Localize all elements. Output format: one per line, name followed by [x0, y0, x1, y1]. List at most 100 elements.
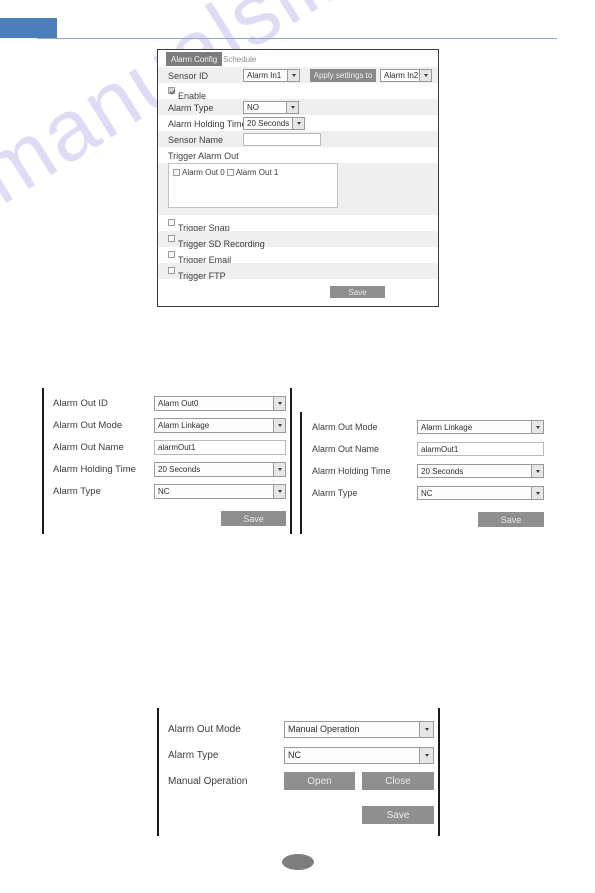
- enable-checkbox-group[interactable]: Enable: [168, 87, 206, 101]
- row-alarm-out-mode: Alarm Out Mode Alarm Linkage: [44, 414, 290, 436]
- chevron-down-icon[interactable]: [531, 487, 543, 499]
- trigger-snap-checkbox[interactable]: [168, 219, 175, 226]
- alarm-type-select[interactable]: NC: [284, 746, 434, 764]
- alarm-out-mode-select[interactable]: Manual Operation: [284, 720, 434, 738]
- trigger-ftp-checkbox[interactable]: [168, 267, 175, 274]
- page-number-badge: [282, 854, 314, 870]
- row-manual-operation: Manual Operation Open Close: [159, 768, 438, 794]
- row-alarm-holding-time: Alarm Holding Time 20 Seconds: [44, 458, 290, 480]
- chevron-down-icon[interactable]: [531, 465, 543, 477]
- alarm-out-left-panel: Alarm Out ID Alarm Out0 Alarm Out Mode A…: [42, 388, 292, 534]
- alarm-out-mode-value: Alarm Linkage: [158, 420, 210, 430]
- trigger-email-group[interactable]: Trigger Email: [168, 251, 231, 265]
- chevron-down-icon[interactable]: [531, 421, 543, 433]
- trigger-email-checkbox[interactable]: [168, 251, 175, 258]
- chevron-down-icon[interactable]: [286, 102, 298, 113]
- alarm-out-name-label: Alarm Out Name: [53, 441, 124, 453]
- chevron-down-icon[interactable]: [273, 396, 285, 410]
- alarm-out-mode-label: Alarm Out Mode: [168, 723, 241, 735]
- alarm-type-label: Alarm Type: [168, 749, 219, 761]
- alarm-type-label: Alarm Type: [312, 488, 358, 498]
- row-sensor-id: Sensor ID Alarm In1 Apply settings to Al…: [158, 67, 438, 83]
- manual-operation-panel: Alarm Out Mode Manual Operation Alarm Ty…: [157, 708, 440, 836]
- alarm-type-select[interactable]: NC: [417, 486, 544, 500]
- alarm-out-mode-label: Alarm Out Mode: [312, 422, 378, 432]
- alarm-out-1-checkbox[interactable]: [226, 169, 234, 176]
- alarm-holding-time-value: 20 Seconds: [421, 466, 464, 476]
- alarm-out-0-checkbox[interactable]: [173, 169, 180, 176]
- header-divider-rule: [37, 38, 557, 39]
- alarm-type-label: Alarm Type: [53, 485, 101, 497]
- alarm-out-name-input[interactable]: alarmOut1: [154, 439, 286, 455]
- alarm-config-panel: Alarm Config Schedule Sensor ID Alarm In…: [157, 49, 439, 307]
- row-trigger-alarm-out: Trigger Alarm Out: [158, 147, 438, 163]
- alarm-type-select[interactable]: NC: [154, 483, 286, 499]
- apply-settings-to-button[interactable]: Apply settings to: [310, 69, 376, 82]
- tab-schedule[interactable]: Schedule: [218, 52, 261, 66]
- alarm-out-name-input[interactable]: alarmOut1: [417, 442, 544, 456]
- trigger-sd-recording-group[interactable]: Trigger SD Recording: [168, 235, 265, 249]
- row-trigger-snap: Trigger Snap: [158, 215, 438, 233]
- chevron-down-icon[interactable]: [419, 721, 433, 737]
- alarm-out-0-label: Alarm Out 0: [182, 168, 225, 177]
- manual-operation-label: Manual Operation: [168, 775, 248, 787]
- row-alarm-holding-time: Alarm Holding Time 20 Seconds: [302, 460, 547, 482]
- alarm-out-options-group: Alarm Out 0 Alarm Out 1: [173, 168, 278, 177]
- tab-alarm-config[interactable]: Alarm Config: [166, 52, 223, 66]
- alarm-out-mode-value: Alarm Linkage: [421, 422, 473, 432]
- trigger-snap-group[interactable]: Trigger Snap: [168, 219, 230, 233]
- chevron-down-icon[interactable]: [292, 118, 304, 129]
- alarm-holding-time-label: Alarm Holding Time: [53, 463, 136, 475]
- alarm-out-id-select[interactable]: Alarm Out0: [154, 395, 286, 411]
- open-button[interactable]: Open: [284, 772, 355, 790]
- row-alarm-out-mode: Alarm Out Mode Alarm Linkage: [302, 416, 547, 438]
- alarm-type-value: NC: [421, 488, 433, 498]
- chevron-down-icon[interactable]: [419, 747, 433, 763]
- row-alarm-type: Alarm Type NO: [158, 99, 438, 115]
- sensor-id-value: Alarm In1: [247, 71, 282, 80]
- alarm-out-mode-select[interactable]: Alarm Linkage: [417, 420, 544, 434]
- sensor-id-select[interactable]: Alarm In1: [243, 69, 300, 82]
- alarm-type-value: NC: [288, 750, 301, 760]
- sensor-name-input[interactable]: [243, 133, 321, 146]
- alarm-holding-time-value: 20 Seconds: [158, 464, 201, 474]
- row-alarm-out-id: Alarm Out ID Alarm Out0: [44, 392, 290, 414]
- alarm-holding-time-select[interactable]: 20 Seconds: [154, 461, 286, 477]
- row-trigger-email: Trigger Email: [158, 247, 438, 265]
- enable-checkbox[interactable]: [168, 87, 175, 94]
- row-alarm-type: Alarm Type NC: [159, 742, 438, 768]
- alarm-type-value: NC: [158, 486, 170, 496]
- page-header: [0, 18, 595, 40]
- chevron-down-icon[interactable]: [273, 484, 285, 498]
- close-button[interactable]: Close: [362, 772, 434, 790]
- alarm-config-save-button[interactable]: Save: [330, 286, 385, 298]
- alarm-holding-time-label: Alarm Holding Time: [168, 119, 247, 129]
- alarm-type-select[interactable]: NO: [243, 101, 299, 114]
- alarm-out-mode-value: Manual Operation: [288, 724, 360, 734]
- manual-operation-save-button[interactable]: Save: [362, 806, 434, 824]
- alarm-out-right-save-button[interactable]: Save: [478, 512, 544, 527]
- trigger-ftp-label: Trigger FTP: [178, 271, 226, 281]
- chevron-down-icon[interactable]: [273, 462, 285, 476]
- alarm-out-right-panel: Alarm Out Mode Alarm Linkage Alarm Out N…: [300, 412, 547, 534]
- alarm-type-label: Alarm Type: [168, 103, 214, 113]
- row-sensor-name: Sensor Name: [158, 131, 438, 147]
- alarm-out-left-save-button[interactable]: Save: [221, 511, 286, 526]
- alarm-holding-time-select[interactable]: 20 Seconds: [417, 464, 544, 478]
- trigger-ftp-group[interactable]: Trigger FTP: [168, 267, 226, 281]
- alarm-out-name-label: Alarm Out Name: [312, 444, 380, 454]
- trigger-sd-recording-checkbox[interactable]: [168, 235, 175, 242]
- chevron-down-icon[interactable]: [273, 418, 285, 432]
- row-alarm-type: Alarm Type NC: [302, 482, 547, 504]
- apply-target-value: Alarm In2: [384, 71, 419, 80]
- apply-target-select[interactable]: Alarm In2: [380, 69, 432, 82]
- row-alarm-holding-time: Alarm Holding Time 20 Seconds: [158, 115, 438, 131]
- alarm-out-mode-select[interactable]: Alarm Linkage: [154, 417, 286, 433]
- alarm-holding-time-select[interactable]: 20 Seconds: [243, 117, 305, 130]
- row-alarm-out-mode: Alarm Out Mode Manual Operation: [159, 716, 438, 742]
- alarm-holding-time-label: Alarm Holding Time: [312, 466, 391, 476]
- row-alarm-out-name: Alarm Out Name alarmOut1: [44, 436, 290, 458]
- chevron-down-icon[interactable]: [287, 70, 299, 81]
- chevron-down-icon[interactable]: [419, 70, 431, 81]
- row-alarm-out-name: Alarm Out Name alarmOut1: [302, 438, 547, 460]
